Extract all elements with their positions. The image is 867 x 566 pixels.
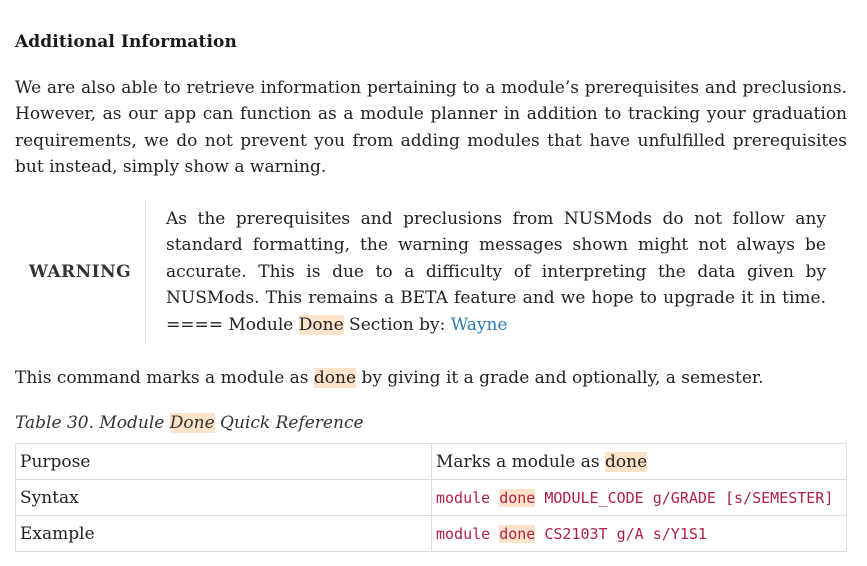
row-value: module done MODULE_CODE g/GRADE [s/SEMES…	[431, 479, 847, 516]
value-text: Marks a module as	[436, 451, 605, 472]
highlight-done: Done	[169, 413, 215, 433]
code-text: module	[436, 488, 500, 507]
code-text: module	[436, 524, 500, 543]
highlight-done: done	[499, 524, 536, 543]
highlight-done: done	[499, 488, 536, 507]
section-by-text: Section by:	[343, 314, 451, 335]
command-text-before: This command marks a module as	[15, 368, 314, 388]
section-heading: Additional Information	[15, 32, 237, 52]
table-caption: Table 30. Module Done Quick Reference	[15, 410, 364, 436]
quick-reference-table: Purpose Marks a module as done Syntax mo…	[15, 443, 847, 552]
caption-before: Table 30. Module	[15, 413, 170, 433]
table-row: Purpose Marks a module as done	[15, 443, 847, 480]
code-text: CS2103T g/A s/Y1S1	[535, 524, 707, 543]
row-label: Syntax	[15, 479, 432, 516]
author-link[interactable]: Wayne	[451, 315, 508, 335]
caption-after: Quick Reference	[214, 413, 364, 433]
command-description: This command marks a module as done by g…	[15, 365, 847, 391]
highlight-done: done	[605, 451, 648, 472]
row-label: Purpose	[15, 443, 432, 480]
row-value: Marks a module as done	[431, 443, 847, 480]
table-row: Example module done CS2103T g/A s/Y1S1	[15, 515, 847, 552]
row-value: module done CS2103T g/A s/Y1S1	[431, 515, 847, 552]
example-code: module done CS2103T g/A s/Y1S1	[436, 524, 707, 543]
code-text: MODULE_CODE g/GRADE [s/SEMESTER]	[535, 488, 834, 507]
syntax-code: module done MODULE_CODE g/GRADE [s/SEMES…	[436, 488, 834, 507]
warning-label: WARNING	[15, 200, 146, 344]
highlight-done: done	[313, 368, 357, 388]
warning-admonition: WARNING As the prerequisites and preclus…	[15, 200, 847, 344]
row-label: Example	[15, 515, 432, 552]
highlight-done: Done	[298, 314, 344, 335]
warning-content: As the prerequisites and preclusions fro…	[166, 206, 826, 338]
intro-paragraph: We are also able to retrieve information…	[15, 78, 847, 178]
table-row: Syntax module done MODULE_CODE g/GRADE […	[15, 479, 847, 516]
command-text-after: by giving it a grade and optionally, a s…	[356, 368, 764, 388]
